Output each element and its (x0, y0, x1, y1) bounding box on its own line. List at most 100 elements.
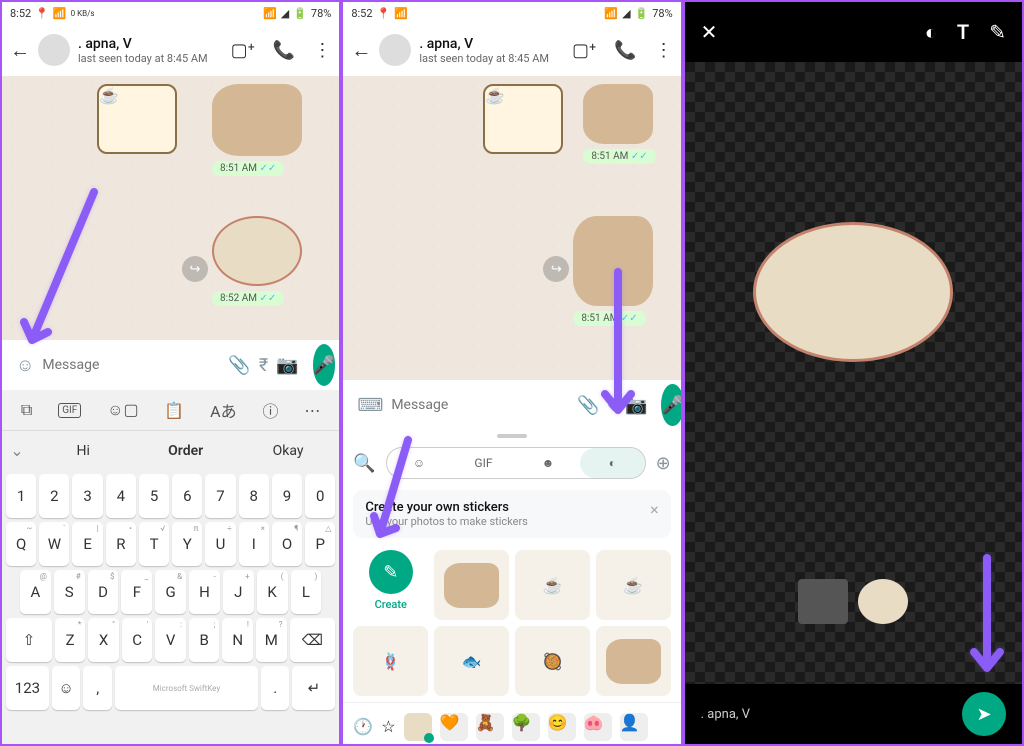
key-3[interactable]: 3 (72, 474, 102, 518)
key-1[interactable]: 1 (6, 474, 36, 518)
key-A[interactable]: A@ (20, 570, 51, 614)
key-E[interactable]: E| (72, 522, 102, 566)
sticker-item[interactable] (434, 550, 509, 620)
key-4[interactable]: 4 (106, 474, 136, 518)
chat-area[interactable]: ☕ 8:51 AM ✓✓ ↪ 8:51 AM ✓✓ (343, 76, 680, 380)
recipient-chip[interactable]: . apna, V (701, 707, 750, 722)
close-icon[interactable]: ✕ (701, 20, 718, 44)
text-tool-icon[interactable]: T (957, 20, 969, 45)
info-icon[interactable]: ⓘ (262, 398, 278, 422)
key-5[interactable]: 5 (139, 474, 169, 518)
sticker-pack[interactable]: 😊 (548, 713, 576, 741)
key-9[interactable]: 9 (272, 474, 302, 518)
avatar[interactable] (379, 34, 411, 66)
sticker-tool-icon[interactable]: ◐ (925, 20, 937, 45)
more-toolbar-icon[interactable]: ⋯ (304, 401, 320, 420)
sticker-item[interactable]: 🐟 (434, 626, 509, 696)
copilot-icon[interactable]: ⧉ (21, 400, 32, 420)
more-icon[interactable]: ⋮ (313, 40, 331, 61)
sticker-cup[interactable]: ☕ (97, 84, 177, 154)
key-0[interactable]: 0 (305, 474, 335, 518)
tab-avatar[interactable]: ☻ (516, 448, 580, 478)
key-space[interactable]: Microsoft SwiftKey (115, 666, 258, 710)
key-123[interactable]: 123 (6, 666, 49, 710)
key-J[interactable]: J+ (223, 570, 254, 614)
tab-sticker[interactable]: ◐ (580, 448, 644, 478)
attach-icon[interactable]: 📎 (228, 355, 250, 376)
key-7[interactable]: 7 (205, 474, 235, 518)
sticker-pack[interactable]: 🧡 (440, 713, 468, 741)
mic-button[interactable]: 🎤 (661, 384, 682, 426)
translate-icon[interactable]: Aあ (210, 398, 236, 422)
rupee-icon[interactable]: ₹ (259, 355, 268, 376)
sticker-canvas[interactable] (685, 62, 1022, 684)
add-pack-icon[interactable]: ⊕ (656, 453, 671, 474)
back-arrow-icon[interactable]: ← (10, 38, 30, 63)
key-6[interactable]: 6 (172, 474, 202, 518)
attach-icon[interactable]: 📎 (577, 395, 599, 416)
key-B[interactable]: B; (189, 618, 220, 662)
message-input[interactable] (391, 397, 569, 413)
key-V[interactable]: V: (155, 618, 186, 662)
key-H[interactable]: H- (189, 570, 220, 614)
key-comma[interactable]: , (83, 666, 112, 710)
keyboard[interactable]: 1234567890 Q~W`E|R•T√YπU÷I×O¶P△ A@S#D$F_… (2, 470, 339, 746)
mic-button[interactable]: 🎤 (313, 344, 335, 386)
thumb-cutout[interactable] (858, 579, 908, 624)
gif-toolbar-icon[interactable]: GIF (58, 403, 81, 418)
close-banner-icon[interactable]: × (650, 500, 659, 528)
thumb-original[interactable] (798, 579, 848, 624)
sticker-item[interactable]: 🪢 (353, 626, 428, 696)
key-shift[interactable]: ⇧ (6, 618, 52, 662)
key-P[interactable]: P△ (305, 522, 335, 566)
key-G[interactable]: G& (155, 570, 186, 614)
sticker-pack[interactable]: 👤 (620, 713, 648, 741)
recent-icon[interactable]: 🕐 (353, 717, 373, 736)
chat-title-block[interactable]: . apna, V last seen today at 8:45 AM (78, 36, 223, 65)
sticker-pack[interactable]: 🌳 (512, 713, 540, 741)
clipboard-icon[interactable]: 📋 (164, 401, 184, 420)
key-Z[interactable]: Z* (55, 618, 86, 662)
voice-call-icon[interactable]: 📞 (273, 40, 295, 61)
key-K[interactable]: K( (257, 570, 288, 614)
emoji-icon[interactable]: ☺ (16, 355, 34, 376)
key-O[interactable]: O¶ (272, 522, 302, 566)
sticker-item[interactable]: ☕ (596, 550, 671, 620)
key-F[interactable]: F_ (121, 570, 152, 614)
tab-gif[interactable]: GIF (451, 448, 515, 478)
key-T[interactable]: T√ (139, 522, 169, 566)
sticker-cat2[interactable] (573, 216, 653, 306)
keyboard-icon[interactable]: ⌨ (357, 395, 383, 416)
sticker-cat[interactable] (212, 84, 302, 156)
key-Y[interactable]: Yπ (172, 522, 202, 566)
camera-icon[interactable]: 📷 (625, 395, 647, 416)
forward-icon[interactable]: ↪ (182, 256, 208, 282)
key-U[interactable]: U÷ (205, 522, 235, 566)
sticker-pack[interactable] (404, 713, 432, 741)
key-W[interactable]: W` (39, 522, 69, 566)
key-N[interactable]: N! (222, 618, 253, 662)
key-X[interactable]: X" (88, 618, 119, 662)
suggestion-2[interactable]: Order (134, 443, 236, 459)
search-icon[interactable]: 🔍 (353, 453, 375, 474)
key-enter[interactable]: ↵ (292, 666, 335, 710)
key-Q[interactable]: Q~ (6, 522, 36, 566)
more-icon[interactable]: ⋮ (655, 40, 673, 61)
key-period[interactable]: . (261, 666, 290, 710)
message-input[interactable] (42, 357, 220, 373)
video-call-icon[interactable]: ▢⁺ (572, 40, 596, 61)
drag-handle[interactable] (497, 434, 527, 438)
rupee-icon[interactable]: ₹ (608, 395, 617, 416)
key-R[interactable]: R• (106, 522, 136, 566)
expand-suggestions-icon[interactable]: ⌄ (2, 441, 32, 460)
camera-icon[interactable]: 📷 (276, 355, 298, 376)
send-button[interactable]: ➤ (962, 692, 1006, 736)
sticker-item[interactable] (596, 626, 671, 696)
voice-call-icon[interactable]: 📞 (614, 40, 636, 61)
sticker-item[interactable]: ☕ (515, 550, 590, 620)
create-sticker-button[interactable]: ✎ (369, 550, 413, 594)
key-8[interactable]: 8 (239, 474, 269, 518)
key-C[interactable]: C' (122, 618, 153, 662)
key-backspace[interactable]: ⌫ (290, 618, 336, 662)
suggestion-1[interactable]: Hi (32, 443, 134, 459)
